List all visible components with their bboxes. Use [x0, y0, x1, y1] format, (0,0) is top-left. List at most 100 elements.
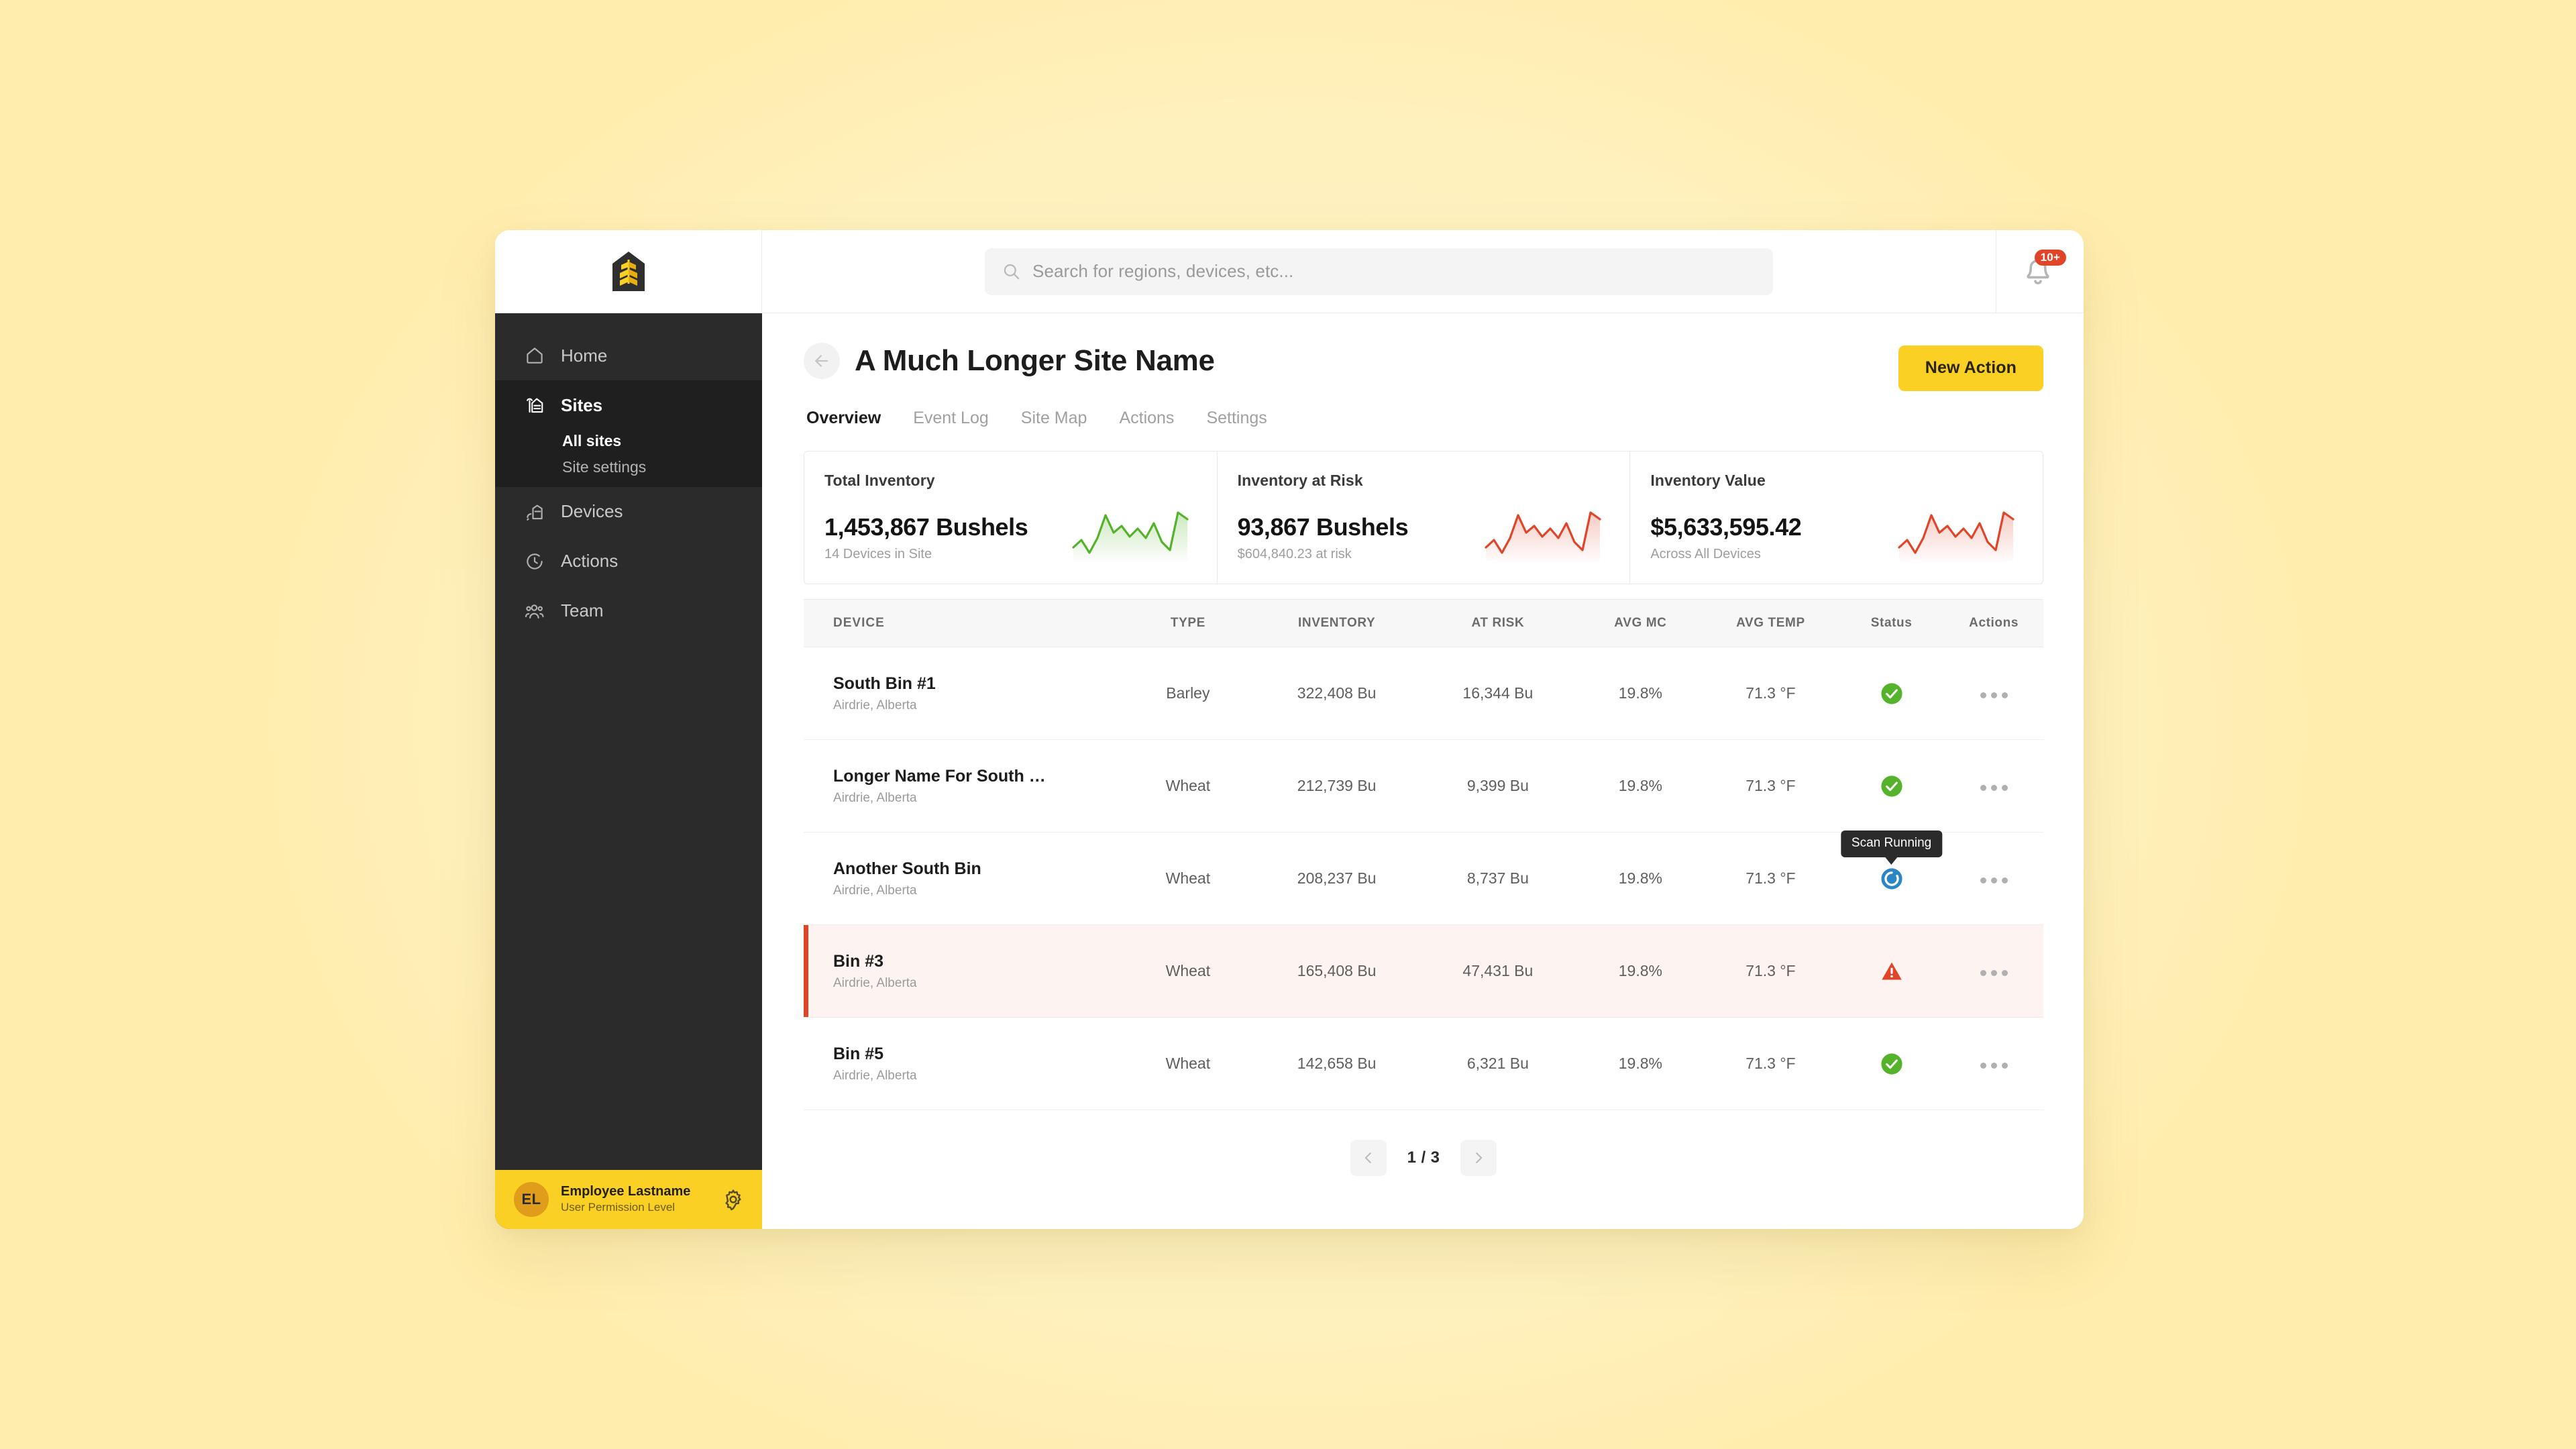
pagination-next-button[interactable]: [1460, 1140, 1497, 1176]
device-name: Another South Bin: [833, 859, 981, 878]
user-role: User Permission Level: [561, 1201, 676, 1214]
col-header-status[interactable]: Status: [1839, 599, 1945, 647]
col-header-device[interactable]: DEVICE: [804, 599, 1120, 647]
body-split: Home Sites All sites Site settings Devic…: [495, 313, 2084, 1229]
sidebar-item-sites[interactable]: Sites: [495, 380, 762, 430]
sidebar-item-label: Team: [561, 600, 604, 621]
stat-label: Inventory at Risk: [1237, 472, 1363, 489]
tab-overview[interactable]: Overview: [806, 409, 881, 428]
cell-avg-temp: 71.3 °F: [1702, 1017, 1839, 1110]
stat-card-total-inventory: Total Inventory 1,453,867 Bushels 14 Dev…: [804, 451, 1218, 584]
chevron-left-icon: [1364, 1152, 1371, 1163]
cell-actions: [1944, 924, 2043, 1018]
sidebar-item-label: Devices: [561, 501, 623, 522]
tab-actions[interactable]: Actions: [1119, 409, 1174, 428]
tab-settings[interactable]: Settings: [1206, 409, 1267, 428]
notifications-button[interactable]: 10+: [1996, 230, 2084, 313]
stat-sublabel: $604,840.23 at risk: [1237, 547, 1352, 561]
col-header-avg-temp[interactable]: AVG TEMP: [1702, 599, 1839, 647]
row-actions-menu-button[interactable]: [1980, 785, 2008, 791]
tab-event-log[interactable]: Event Log: [913, 409, 989, 428]
col-header-avg-mc[interactable]: AVG MC: [1578, 599, 1703, 647]
back-button[interactable]: [804, 343, 840, 379]
cell-avg-mc: 19.8%: [1578, 647, 1703, 740]
cell-avg-temp: 71.3 °F: [1702, 832, 1839, 925]
sidebar-subitem-all-sites[interactable]: All sites: [562, 432, 762, 449]
cell-device: Bin #3 Airdrie, Alberta: [804, 924, 1120, 1018]
sidebar: Home Sites All sites Site settings Devic…: [495, 313, 762, 1229]
cell-type: Wheat: [1120, 739, 1256, 833]
sidebar-item-team[interactable]: Team: [495, 586, 762, 636]
user-profile-card[interactable]: EL Employee Lastname User Permission Lev…: [495, 1170, 762, 1229]
col-header-type[interactable]: TYPE: [1120, 599, 1256, 647]
col-header-inventory[interactable]: INVENTORY: [1256, 599, 1417, 647]
device-location: Airdrie, Alberta: [833, 698, 917, 712]
stat-sublabel: Across All Devices: [1650, 547, 1761, 561]
row-actions-menu-button[interactable]: [1980, 1063, 2008, 1069]
row-actions-menu-button[interactable]: [1980, 877, 2008, 883]
stat-value: $5,633,595.42: [1650, 513, 1802, 541]
cell-avg-mc: 19.8%: [1578, 1017, 1703, 1110]
cell-type: Wheat: [1120, 1017, 1256, 1110]
cell-inventory: 208,237 Bu: [1256, 832, 1417, 925]
cell-avg-temp: 71.3 °F: [1702, 739, 1839, 833]
tab-site-map[interactable]: Site Map: [1021, 409, 1087, 428]
cell-type: Wheat: [1120, 924, 1256, 1018]
sidebar-subitem-site-settings[interactable]: Site settings: [562, 458, 762, 476]
cell-avg-temp: 71.3 °F: [1702, 924, 1839, 1018]
table-body: South Bin #1 Airdrie, Alberta Barley 322…: [804, 647, 2043, 1110]
stat-card-inventory-value: Inventory Value $5,633,595.42 Across All…: [1630, 451, 2043, 584]
cell-device: South Bin #1 Airdrie, Alberta: [804, 647, 1120, 740]
device-location: Airdrie, Alberta: [833, 1068, 917, 1083]
device-name: South Bin #1: [833, 674, 936, 693]
logo-cell[interactable]: [495, 230, 762, 313]
row-actions-menu-button[interactable]: [1980, 970, 2008, 976]
status-tooltip: Scan Running: [1840, 830, 1943, 857]
table-row[interactable]: Bin #3 Airdrie, Alberta Wheat 165,408 Bu…: [804, 924, 2043, 1018]
search-input[interactable]: Search for regions, devices, etc...: [985, 248, 1773, 295]
devices-table: DEVICE TYPE INVENTORY AT RISK AVG MC AVG…: [804, 599, 2043, 1110]
row-actions-menu-button[interactable]: [1980, 692, 2008, 698]
cell-status: [1839, 647, 1945, 740]
cell-status: [1839, 924, 1945, 1018]
status-ok-icon: [1880, 1053, 1902, 1075]
cell-actions: [1944, 647, 2043, 740]
sidebar-item-home[interactable]: Home: [495, 331, 762, 380]
page-title: A Much Longer Site Name: [855, 344, 1215, 377]
table-header-row: DEVICE TYPE INVENTORY AT RISK AVG MC AVG…: [804, 599, 2043, 647]
col-header-at-risk[interactable]: AT RISK: [1417, 599, 1578, 647]
arrow-left-icon: [815, 355, 828, 367]
cell-status: [1839, 739, 1945, 833]
sidebar-item-label: Sites: [561, 394, 603, 415]
table-row[interactable]: Another South Bin Airdrie, Alberta Wheat…: [804, 830, 2043, 925]
cell-type: Wheat: [1120, 832, 1256, 925]
table-row[interactable]: Longer Name For South Bi... Airdrie, Alb…: [804, 739, 2043, 833]
sparkline-total-inventory: [1072, 511, 1189, 561]
avatar: EL: [514, 1182, 549, 1217]
cell-status: Scan Running: [1839, 830, 1945, 925]
sidebar-group-sites: Sites All sites Site settings: [495, 380, 762, 487]
main-content: A Much Longer Site Name New Action Overv…: [762, 313, 2084, 1229]
sparkline-inventory-at-risk: [1485, 511, 1601, 561]
table-row[interactable]: Bin #5 Airdrie, Alberta Wheat 142,658 Bu…: [804, 1017, 2043, 1110]
gear-icon[interactable]: [722, 1188, 745, 1211]
stat-value: 93,867 Bushels: [1237, 513, 1409, 541]
sidebar-item-actions[interactable]: Actions: [495, 537, 762, 586]
cell-at-risk: 9,399 Bu: [1417, 739, 1578, 833]
pagination-prev-button[interactable]: [1350, 1140, 1387, 1176]
search-icon: [1004, 264, 1020, 280]
table-row[interactable]: South Bin #1 Airdrie, Alberta Barley 322…: [804, 647, 2043, 740]
device-location: Airdrie, Alberta: [833, 790, 917, 805]
sidebar-item-devices[interactable]: Devices: [495, 487, 762, 537]
stat-label: Total Inventory: [824, 472, 935, 489]
notification-badge: 10+: [2034, 249, 2066, 266]
device-name: Longer Name For South Bi...: [833, 766, 1055, 786]
new-action-button[interactable]: New Action: [1898, 345, 2043, 391]
pagination-label: 1 / 3: [1407, 1148, 1440, 1167]
pagination: 1 / 3: [804, 1140, 2043, 1176]
chevron-right-icon: [1476, 1152, 1483, 1163]
cell-device: Another South Bin Airdrie, Alberta: [804, 832, 1120, 925]
status-scanning-icon: [1880, 867, 1902, 890]
stat-sublabel: 14 Devices in Site: [824, 547, 932, 561]
status-ok-icon: [1880, 682, 1902, 704]
